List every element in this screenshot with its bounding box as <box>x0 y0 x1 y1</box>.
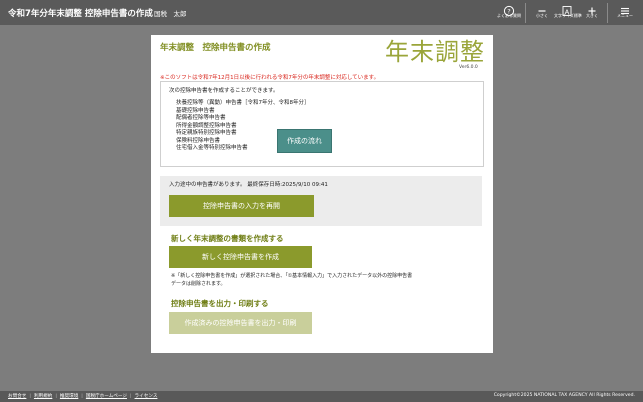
copyright: Copyright©2025 NATIONAL TAX AGENCY All R… <box>493 393 635 398</box>
font-larger-label: 大きく <box>586 13 598 18</box>
faq-button[interactable]: ? よくある質問 <box>496 2 522 24</box>
forms-intro: 次の控除申告書を作成することができます。 <box>169 88 279 94</box>
toolbar-divider <box>607 3 608 23</box>
app-title: 令和7年分年末調整 控除申告書の作成 <box>8 9 153 19</box>
font-standard-button[interactable]: A 文字サイズ標準 <box>554 2 582 24</box>
output-section-heading: 控除申告書を出力・印刷する <box>171 299 269 308</box>
create-note: ※「新しく控除申告書を作成」が選択された場合、「①基本情報入力」で入力されたデー… <box>171 272 491 288</box>
notice-text: ※このソフトは令和7年12月1日以後に行われる令和7年分の年末調整に対応していま… <box>160 75 380 81</box>
logo-text: 年末調整 <box>385 38 485 66</box>
list-item: 基礎控除申告書 <box>176 107 215 114</box>
list-item: 配偶者控除等申告書 <box>176 115 226 121</box>
footer-link-nta-homepage[interactable]: 国税庁ホームページ <box>86 394 127 399</box>
create-note-line: ※「新しく控除申告書を作成」が選択された場合、「①基本情報入力」で入力されたデー… <box>171 273 413 279</box>
resume-message: 入力途中の申告書があります。 最終保存日時:2025/9/10 09:41 <box>169 182 328 188</box>
create-note-line: データは削除されます。 <box>171 281 226 287</box>
menu-label: メニュー <box>617 13 633 18</box>
faq-label: よくある質問 <box>497 13 521 18</box>
list-item: 扶養控除等（異動）申告書［令和7年分、令和8年分］ <box>176 100 310 106</box>
footer-link-environment[interactable]: 推奨環境 <box>60 394 78 399</box>
app-header: 令和7年分年末調整 控除申告書の作成 国税 太郎 ? よくある質問 小さく A … <box>0 0 643 25</box>
footer-link-contact[interactable]: お問合せ <box>8 394 26 399</box>
version-label: Ver6.0.0 <box>459 65 478 70</box>
create-new-button[interactable]: 新しく控除申告書を作成 <box>169 246 312 268</box>
footer: お問合せ | 利用規約 | 推奨環境 | 国税庁ホームページ | ライセンス Copyright… <box>0 391 643 402</box>
main-panel: 年末調整 控除申告書の作成 年末調整 Ver6.0.0 ※このソフトは令和7年1… <box>151 35 493 353</box>
user-name: 国税 太郎 <box>154 10 187 18</box>
resume-input-button[interactable]: 控除申告書の入力を再開 <box>169 195 314 217</box>
create-section-heading: 新しく年末調整の書類を作成する <box>171 234 284 243</box>
menu-button[interactable]: メニュー <box>612 2 638 24</box>
output-print-button[interactable]: 作成済みの控除申告書を出力・印刷 <box>169 312 312 334</box>
page-title: 年末調整 控除申告書の作成 <box>160 43 271 53</box>
creation-flow-button[interactable]: 作成の流れ <box>277 129 332 153</box>
available-forms-box: 次の控除申告書を作成することができます。 扶養控除等（異動）申告書［令和7年分、… <box>160 81 484 167</box>
footer-link-license[interactable]: ライセンス <box>135 394 158 399</box>
toolbar-divider <box>525 3 526 23</box>
footer-links: お問合せ | 利用規約 | 推奨環境 | 国税庁ホームページ | ライセンス <box>8 394 158 399</box>
font-smaller-button[interactable]: 小さく <box>529 2 555 24</box>
font-larger-button[interactable]: 大きく <box>579 2 605 24</box>
footer-link-terms[interactable]: 利用規約 <box>34 394 52 399</box>
resume-section: 入力途中の申告書があります。 最終保存日時:2025/9/10 09:41 控除… <box>160 176 482 226</box>
font-standard-label: 文字サイズ標準 <box>554 13 582 18</box>
font-smaller-label: 小さく <box>536 13 548 18</box>
